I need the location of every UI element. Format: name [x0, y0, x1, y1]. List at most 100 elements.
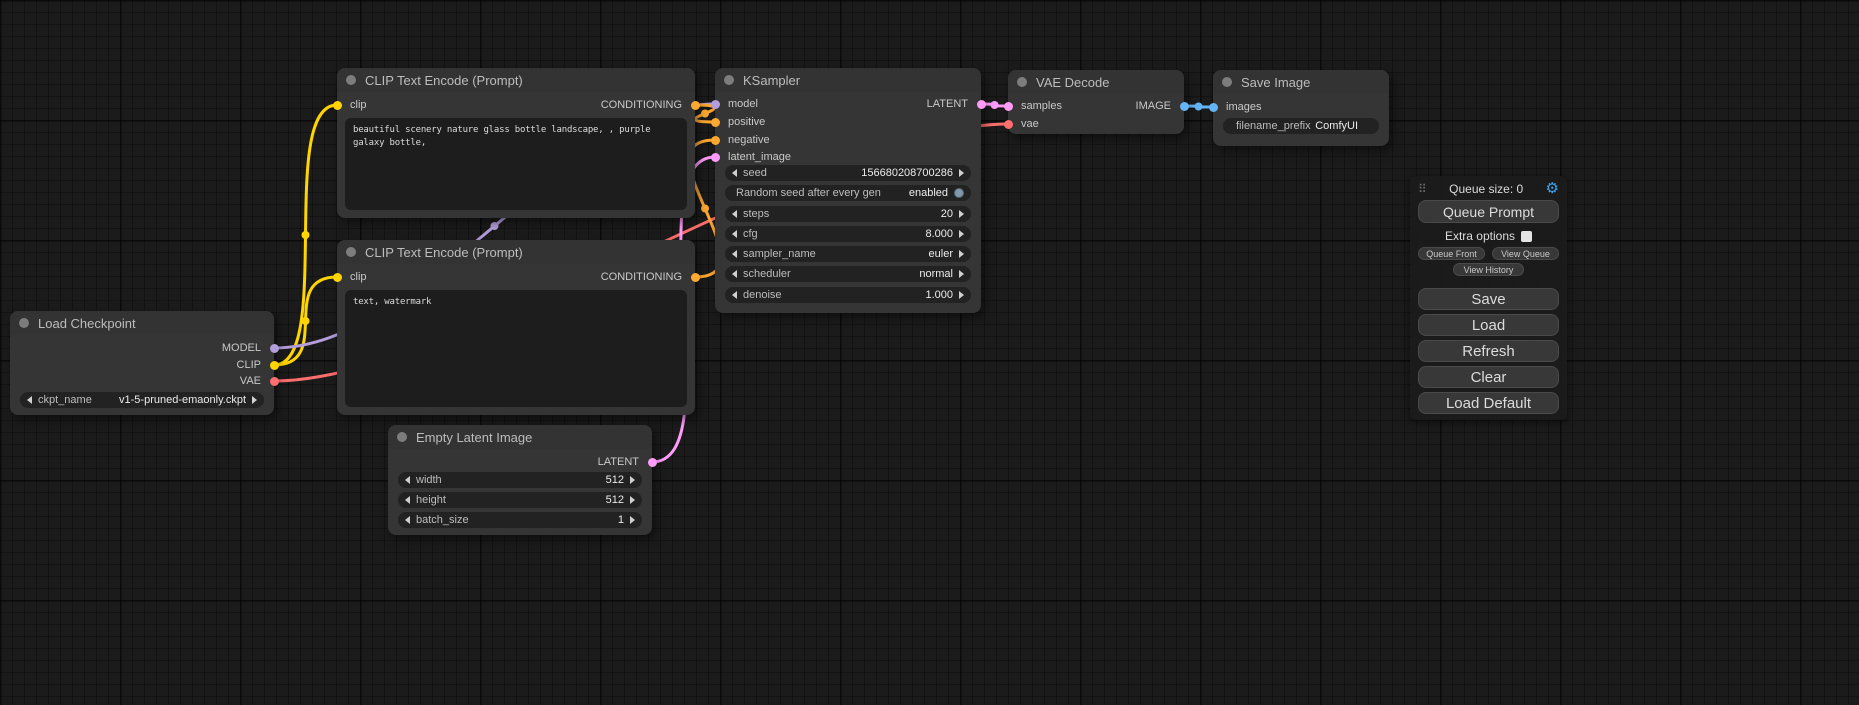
comfy-menu-panel[interactable]: ⠿ Queue size: 0 ⚙ Queue Prompt Extra opt…: [1410, 176, 1567, 420]
decrement-arrow-icon[interactable]: [405, 496, 410, 504]
node-empty-latent-image[interactable]: Empty Latent Image LATENT width 512 heig…: [388, 425, 652, 535]
prev-value-arrow-icon[interactable]: [27, 396, 32, 404]
node-title-bar[interactable]: KSampler: [715, 68, 981, 92]
scheduler-widget[interactable]: scheduler normal: [725, 266, 971, 282]
node-ksampler[interactable]: KSampler model positive negative latent_…: [715, 68, 981, 313]
conditioning-output-dot[interactable]: [691, 273, 700, 282]
collapse-toggle-icon[interactable]: [724, 75, 734, 85]
decrement-arrow-icon[interactable]: [732, 210, 737, 218]
model-output-dot[interactable]: [270, 344, 279, 353]
batch-size-widget[interactable]: batch_size 1: [398, 512, 642, 528]
refresh-button[interactable]: Refresh: [1418, 340, 1559, 362]
widget-value: 512: [606, 494, 624, 506]
collapse-toggle-icon[interactable]: [346, 247, 356, 257]
slot-label: LATENT: [598, 456, 639, 468]
clip-input-dot[interactable]: [333, 101, 342, 110]
increment-arrow-icon[interactable]: [959, 291, 964, 299]
toggle-dot-icon[interactable]: [954, 188, 964, 198]
collapse-toggle-icon[interactable]: [19, 318, 29, 328]
extra-options-checkbox[interactable]: [1521, 231, 1532, 242]
next-value-arrow-icon[interactable]: [959, 250, 964, 258]
vae-input-dot[interactable]: [1004, 120, 1013, 129]
filename-prefix-widget[interactable]: filename_prefix ComfyUI: [1223, 118, 1379, 134]
node-save-image[interactable]: Save Image images filename_prefix ComfyU…: [1213, 70, 1389, 146]
node-title: Save Image: [1241, 75, 1310, 90]
save-button[interactable]: Save: [1418, 288, 1559, 310]
model-input-dot[interactable]: [711, 100, 720, 109]
output-slot-image: IMAGE: [1136, 99, 1184, 113]
increment-arrow-icon[interactable]: [630, 496, 635, 504]
positive-prompt-textarea[interactable]: beautiful scenery nature glass bottle la…: [345, 118, 687, 210]
positive-input-dot[interactable]: [711, 118, 720, 127]
widget-label: Random seed after every gen: [736, 187, 881, 199]
increment-arrow-icon[interactable]: [959, 169, 964, 177]
node-title-bar[interactable]: VAE Decode: [1008, 70, 1184, 94]
decrement-arrow-icon[interactable]: [732, 291, 737, 299]
random-seed-toggle-widget[interactable]: Random seed after every gen enabled: [725, 185, 971, 201]
collapse-toggle-icon[interactable]: [397, 432, 407, 442]
seed-widget[interactable]: seed 156680208700286: [725, 165, 971, 181]
conditioning-output-dot[interactable]: [691, 101, 700, 110]
width-widget[interactable]: width 512: [398, 472, 642, 488]
ckpt-name-widget[interactable]: ckpt_name v1-5-pruned-emaonly.ckpt: [20, 392, 264, 408]
increment-arrow-icon[interactable]: [630, 476, 635, 484]
slot-label: latent_image: [728, 151, 791, 163]
decrement-arrow-icon[interactable]: [732, 230, 737, 238]
clip-input-dot[interactable]: [333, 273, 342, 282]
node-vae-decode[interactable]: VAE Decode samples vae IMAGE: [1008, 70, 1184, 134]
node-clip-text-encode-positive[interactable]: CLIP Text Encode (Prompt) clip CONDITION…: [337, 68, 695, 218]
node-title-bar[interactable]: CLIP Text Encode (Prompt): [337, 68, 695, 92]
decrement-arrow-icon[interactable]: [405, 516, 410, 524]
slot-label: images: [1226, 101, 1261, 113]
vae-output-dot[interactable]: [270, 377, 279, 386]
height-widget[interactable]: height 512: [398, 492, 642, 508]
drag-handle-icon[interactable]: ⠿: [1418, 183, 1427, 195]
collapse-toggle-icon[interactable]: [1017, 77, 1027, 87]
steps-widget[interactable]: steps 20: [725, 206, 971, 222]
view-history-button[interactable]: View History: [1453, 263, 1524, 276]
node-clip-text-encode-negative[interactable]: CLIP Text Encode (Prompt) clip CONDITION…: [337, 240, 695, 415]
next-value-arrow-icon[interactable]: [252, 396, 257, 404]
settings-gear-icon[interactable]: ⚙: [1546, 181, 1559, 196]
load-default-button[interactable]: Load Default: [1418, 392, 1559, 414]
output-slot-conditioning: CONDITIONING: [601, 270, 695, 284]
node-title-bar[interactable]: CLIP Text Encode (Prompt): [337, 240, 695, 264]
negative-prompt-textarea[interactable]: text, watermark: [345, 290, 687, 407]
cfg-widget[interactable]: cfg 8.000: [725, 226, 971, 242]
slot-label: IMAGE: [1136, 100, 1171, 112]
queue-prompt-button[interactable]: Queue Prompt: [1418, 200, 1559, 223]
prev-value-arrow-icon[interactable]: [732, 250, 737, 258]
clear-button[interactable]: Clear: [1418, 366, 1559, 388]
node-title-bar[interactable]: Load Checkpoint: [10, 311, 274, 335]
image-output-dot[interactable]: [1180, 102, 1189, 111]
latent-image-input-dot[interactable]: [711, 153, 720, 162]
denoise-widget[interactable]: denoise 1.000: [725, 287, 971, 303]
latent-output-dot[interactable]: [648, 458, 657, 467]
node-load-checkpoint[interactable]: Load Checkpoint MODEL CLIP VAE ckpt_name…: [10, 311, 274, 415]
increment-arrow-icon[interactable]: [959, 210, 964, 218]
sampler-name-widget[interactable]: sampler_name euler: [725, 246, 971, 262]
next-value-arrow-icon[interactable]: [959, 270, 964, 278]
latent-output-dot[interactable]: [977, 100, 986, 109]
collapse-toggle-icon[interactable]: [1222, 77, 1232, 87]
node-title-bar[interactable]: Empty Latent Image: [388, 425, 652, 449]
node-title-bar[interactable]: Save Image: [1213, 70, 1389, 94]
images-input-dot[interactable]: [1209, 103, 1218, 112]
load-button[interactable]: Load: [1418, 314, 1559, 336]
view-queue-button[interactable]: View Queue: [1492, 247, 1559, 260]
input-slot-negative: negative: [715, 133, 770, 147]
negative-input-dot[interactable]: [711, 136, 720, 145]
link-midpoint-dot: [701, 110, 709, 118]
increment-arrow-icon[interactable]: [959, 230, 964, 238]
node-title: KSampler: [743, 73, 800, 88]
samples-input-dot[interactable]: [1004, 102, 1013, 111]
increment-arrow-icon[interactable]: [630, 516, 635, 524]
clip-output-dot[interactable]: [270, 361, 279, 370]
collapse-toggle-icon[interactable]: [346, 75, 356, 85]
comfyui-graph-canvas[interactable]: Load Checkpoint MODEL CLIP VAE ckpt_name…: [0, 0, 1859, 705]
decrement-arrow-icon[interactable]: [732, 169, 737, 177]
queue-front-button[interactable]: Queue Front: [1418, 247, 1485, 260]
decrement-arrow-icon[interactable]: [405, 476, 410, 484]
input-slot-samples: samples: [1008, 99, 1062, 113]
prev-value-arrow-icon[interactable]: [732, 270, 737, 278]
